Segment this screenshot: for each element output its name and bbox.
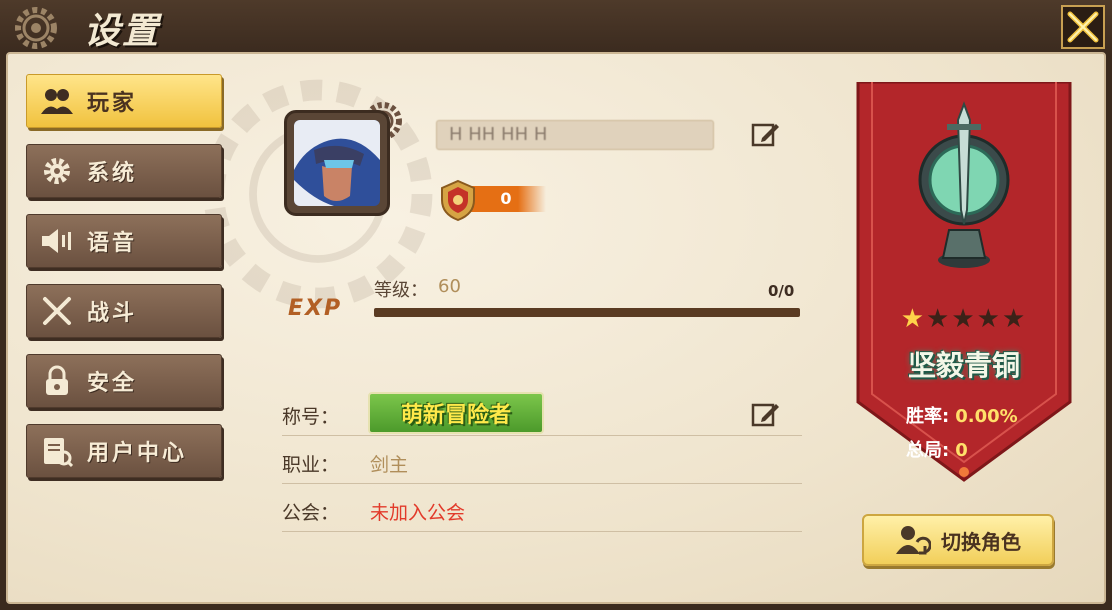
star-empty-icon: ★	[1001, 304, 1028, 334]
rank-name: 坚毅青铜	[907, 349, 1020, 382]
title-badge-text: 萌新冒险者	[400, 403, 511, 428]
sidebar-item-battle[interactable]: 战斗	[26, 284, 222, 338]
page-title: 设置	[84, 11, 161, 52]
gear-logo-icon	[15, 7, 57, 49]
sidebar-item-security[interactable]: 安全	[26, 354, 222, 408]
speaker-icon	[27, 227, 87, 255]
switch-role-icon	[896, 526, 931, 555]
sidebar-item-label: 用户中心	[87, 441, 188, 466]
close-icon[interactable]	[1060, 4, 1106, 50]
win-rate-value: 0.00%	[955, 406, 1018, 427]
star-empty-icon: ★	[976, 304, 1002, 334]
sidebar-item-label: 语音	[87, 231, 138, 256]
guild-key: 公会：	[282, 502, 340, 524]
job-value: 剑主	[370, 454, 409, 476]
gear-icon	[27, 156, 87, 186]
edit-name-icon[interactable]	[750, 120, 780, 150]
rank-shield-icon	[441, 179, 475, 222]
settings-panel: 玩家 系统 语音 战斗 安全 用户中心 Н НН НН Н 0 EXP 等级： …	[6, 52, 1106, 604]
sidebar: 玩家 系统 语音 战斗 安全 用户中心	[26, 74, 222, 494]
edit-title-icon[interactable]	[750, 400, 780, 430]
level-value: 60	[438, 276, 461, 297]
sidebar-item-label: 玩家	[87, 91, 138, 116]
bronze-rank-emblem-icon	[918, 101, 1010, 268]
job-key: 职业：	[282, 454, 340, 476]
title-bar: 设置	[0, 0, 1112, 56]
title-key: 称号：	[282, 406, 340, 428]
sidebar-item-label: 战斗	[87, 301, 138, 326]
lock-icon	[27, 365, 87, 397]
crossed-swords-icon	[27, 295, 87, 327]
sidebar-item-system[interactable]: 系统	[26, 144, 222, 198]
win-rate-label: 胜率:	[906, 406, 950, 427]
star-filled-icon: ★	[900, 304, 927, 334]
total-games-value: 0	[955, 440, 968, 461]
switch-role-label: 切换角色	[941, 529, 1021, 554]
player-name-field[interactable]: Н НН НН Н	[436, 120, 714, 150]
sidebar-item-label: 安全	[87, 371, 138, 396]
title-row: 称号： 萌新冒险者	[282, 390, 802, 436]
total-games-label: 总局:	[906, 440, 950, 461]
players-icon	[27, 87, 87, 115]
exp-count: 0/0	[768, 282, 795, 300]
guild-value: 未加入公会	[370, 502, 466, 524]
user-center-icon	[27, 434, 87, 468]
total-games: 总局: 0	[906, 436, 968, 462]
sidebar-item-user-center[interactable]: 用户中心	[26, 424, 222, 478]
sidebar-item-label: 系统	[87, 161, 138, 186]
sidebar-item-player[interactable]: 玩家	[26, 74, 222, 128]
avatar[interactable]	[284, 110, 390, 216]
exp-progress-bar	[374, 308, 800, 317]
switch-role-button[interactable]: 切换角色	[862, 514, 1054, 566]
star-empty-icon: ★	[951, 304, 977, 334]
job-row: 职业： 剑主	[282, 438, 802, 484]
rank-stars: ★★★★★	[854, 304, 1074, 334]
win-rate: 胜率: 0.00%	[906, 402, 1018, 428]
rank-banner: ★★★★★ 坚毅青铜 胜率: 0.00% 总局: 0	[854, 82, 1074, 482]
level-label: 等级：	[374, 280, 428, 301]
sidebar-item-voice[interactable]: 语音	[26, 214, 222, 268]
title-badge: 萌新冒险者	[368, 392, 544, 434]
avatar-portrait-icon	[294, 120, 380, 206]
exp-label: EXP	[288, 296, 343, 321]
guild-row: 公会： 未加入公会	[282, 486, 802, 532]
star-empty-icon: ★	[926, 304, 952, 334]
